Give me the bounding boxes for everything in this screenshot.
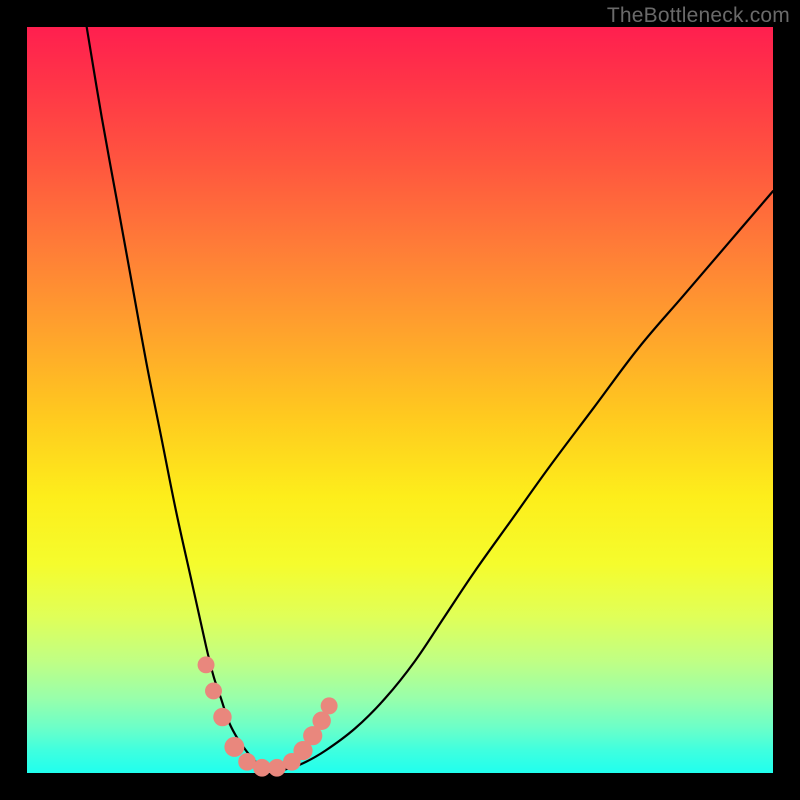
marker-dot	[213, 708, 231, 726]
marker-dot	[224, 737, 244, 757]
marker-dot	[321, 697, 338, 714]
marker-dot	[312, 712, 330, 730]
marker-dot	[205, 682, 222, 699]
chart-frame: TheBottleneck.com	[0, 0, 800, 800]
chart-svg	[27, 27, 773, 773]
curve-line	[87, 27, 773, 771]
marker-dot	[198, 656, 215, 673]
watermark-text: TheBottleneck.com	[607, 4, 790, 28]
curve-markers	[198, 656, 338, 776]
chart-plot-area	[27, 27, 773, 773]
